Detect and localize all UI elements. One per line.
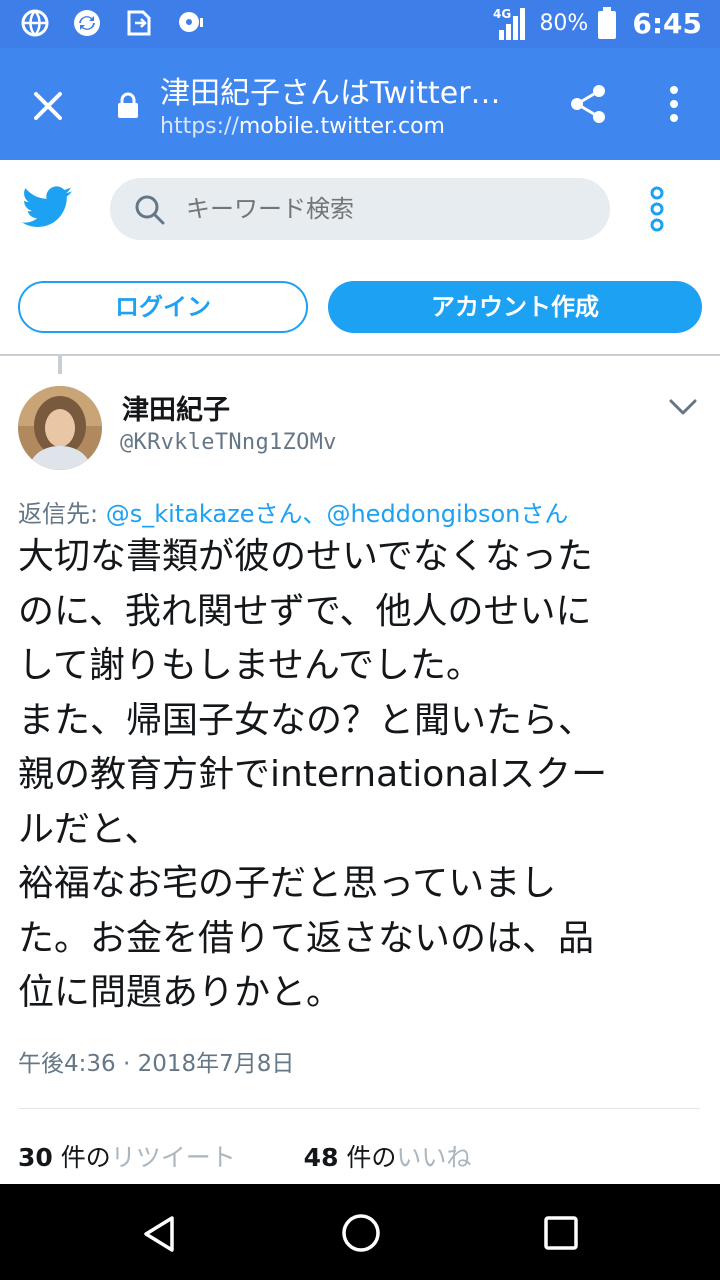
tweet-line: 大切な書類が彼のせいでなくなった (18, 536, 593, 577)
tweet-timestamp[interactable]: 午後4:36 · 2018年7月8日 (18, 1044, 294, 1078)
media-icon (179, 12, 203, 32)
like-prefix: 件の (338, 1143, 397, 1172)
retweet-label: リツイート (110, 1143, 236, 1172)
close-icon[interactable] (28, 86, 68, 126)
like-stat[interactable]: 48 件のいいね (304, 1138, 472, 1174)
like-count: 48 (303, 1143, 339, 1172)
tweet-line: 裕福なお宅の子だと思っていまし (18, 863, 557, 904)
chevron-down-icon[interactable] (668, 396, 698, 418)
tweet-line: のに、我れ関せずで、他人のせいに (18, 590, 592, 632)
twitter-more-icon[interactable] (644, 186, 670, 232)
battery-percent: 80% (539, 10, 589, 36)
share-icon[interactable] (566, 82, 610, 126)
navigation-bar (0, 1184, 720, 1280)
back-icon[interactable] (140, 1214, 180, 1254)
sync-icon (74, 10, 100, 36)
battery-icon (598, 7, 617, 39)
page-title: 津田紀子さんはTwitter… (160, 76, 501, 111)
search-input[interactable] (186, 178, 586, 240)
avatar[interactable] (18, 386, 102, 470)
url-display[interactable]: https://mobile.twitter.com (160, 114, 445, 139)
reply-context: 返信先: @s_kitakazeさん、@heddongibsonさん (18, 494, 568, 529)
network-type: 4G (493, 7, 511, 21)
divider (0, 354, 720, 356)
user-handle[interactable]: @KRvkleTNng1ZOMv (120, 430, 337, 455)
tweet-line: ルだと、 (18, 808, 161, 850)
tweet-stats: 30 件のリツイート 48 件のいいね (18, 1138, 471, 1174)
recents-icon[interactable] (542, 1214, 580, 1252)
more-vert-icon[interactable] (656, 82, 692, 126)
tweet-text: 大切な書類が彼のせいでなくなった のに、我れ関せずで、他人のせいに して謝りもし… (18, 530, 708, 1021)
tweet-line: 位に問題ありかと。 (18, 972, 343, 1013)
clock: 6:45 (632, 6, 702, 40)
like-label: いいね (396, 1143, 472, 1172)
reply-prefix: 返信先: (18, 500, 99, 528)
status-bar: 4G 80% 6:45 (0, 0, 720, 48)
search-box[interactable] (110, 178, 610, 240)
url-protocol: https:// (160, 114, 239, 139)
tweet-line: 親の教育方針でinternationalスクー (18, 754, 608, 795)
url-host: mobile.twitter.com (238, 114, 445, 139)
browser-toolbar: 津田紀子さんはTwitter… https://mobile.twitter.c… (0, 48, 720, 160)
thread-connector (58, 356, 62, 374)
reply-mentions[interactable]: @s_kitakazeさん、@heddongibsonさん (106, 500, 569, 528)
home-icon[interactable] (340, 1212, 382, 1254)
signup-button[interactable]: アカウント作成 (328, 281, 702, 333)
retweet-count: 30 (18, 1143, 53, 1172)
twitter-bird-icon[interactable] (22, 186, 72, 230)
login-button[interactable]: ログイン (18, 281, 308, 333)
lock-icon (118, 92, 138, 118)
tweet-line: また、帰国子女なの？と聞いたら、 (18, 699, 595, 741)
retweet-prefix: 件の (52, 1143, 111, 1172)
file-transfer-icon (127, 10, 151, 36)
tweet-line: して謝りもしませんでした。 (18, 645, 483, 686)
tweet-line: た。お金を借りて返さないのは、品 (18, 917, 595, 959)
signal-4g-icon: 4G (493, 7, 526, 40)
globe-icon (21, 9, 49, 37)
display-name[interactable]: 津田紀子 (122, 388, 230, 427)
divider (18, 1108, 700, 1109)
search-icon (135, 195, 165, 225)
retweet-stat[interactable]: 30 件のリツイート (18, 1138, 236, 1174)
